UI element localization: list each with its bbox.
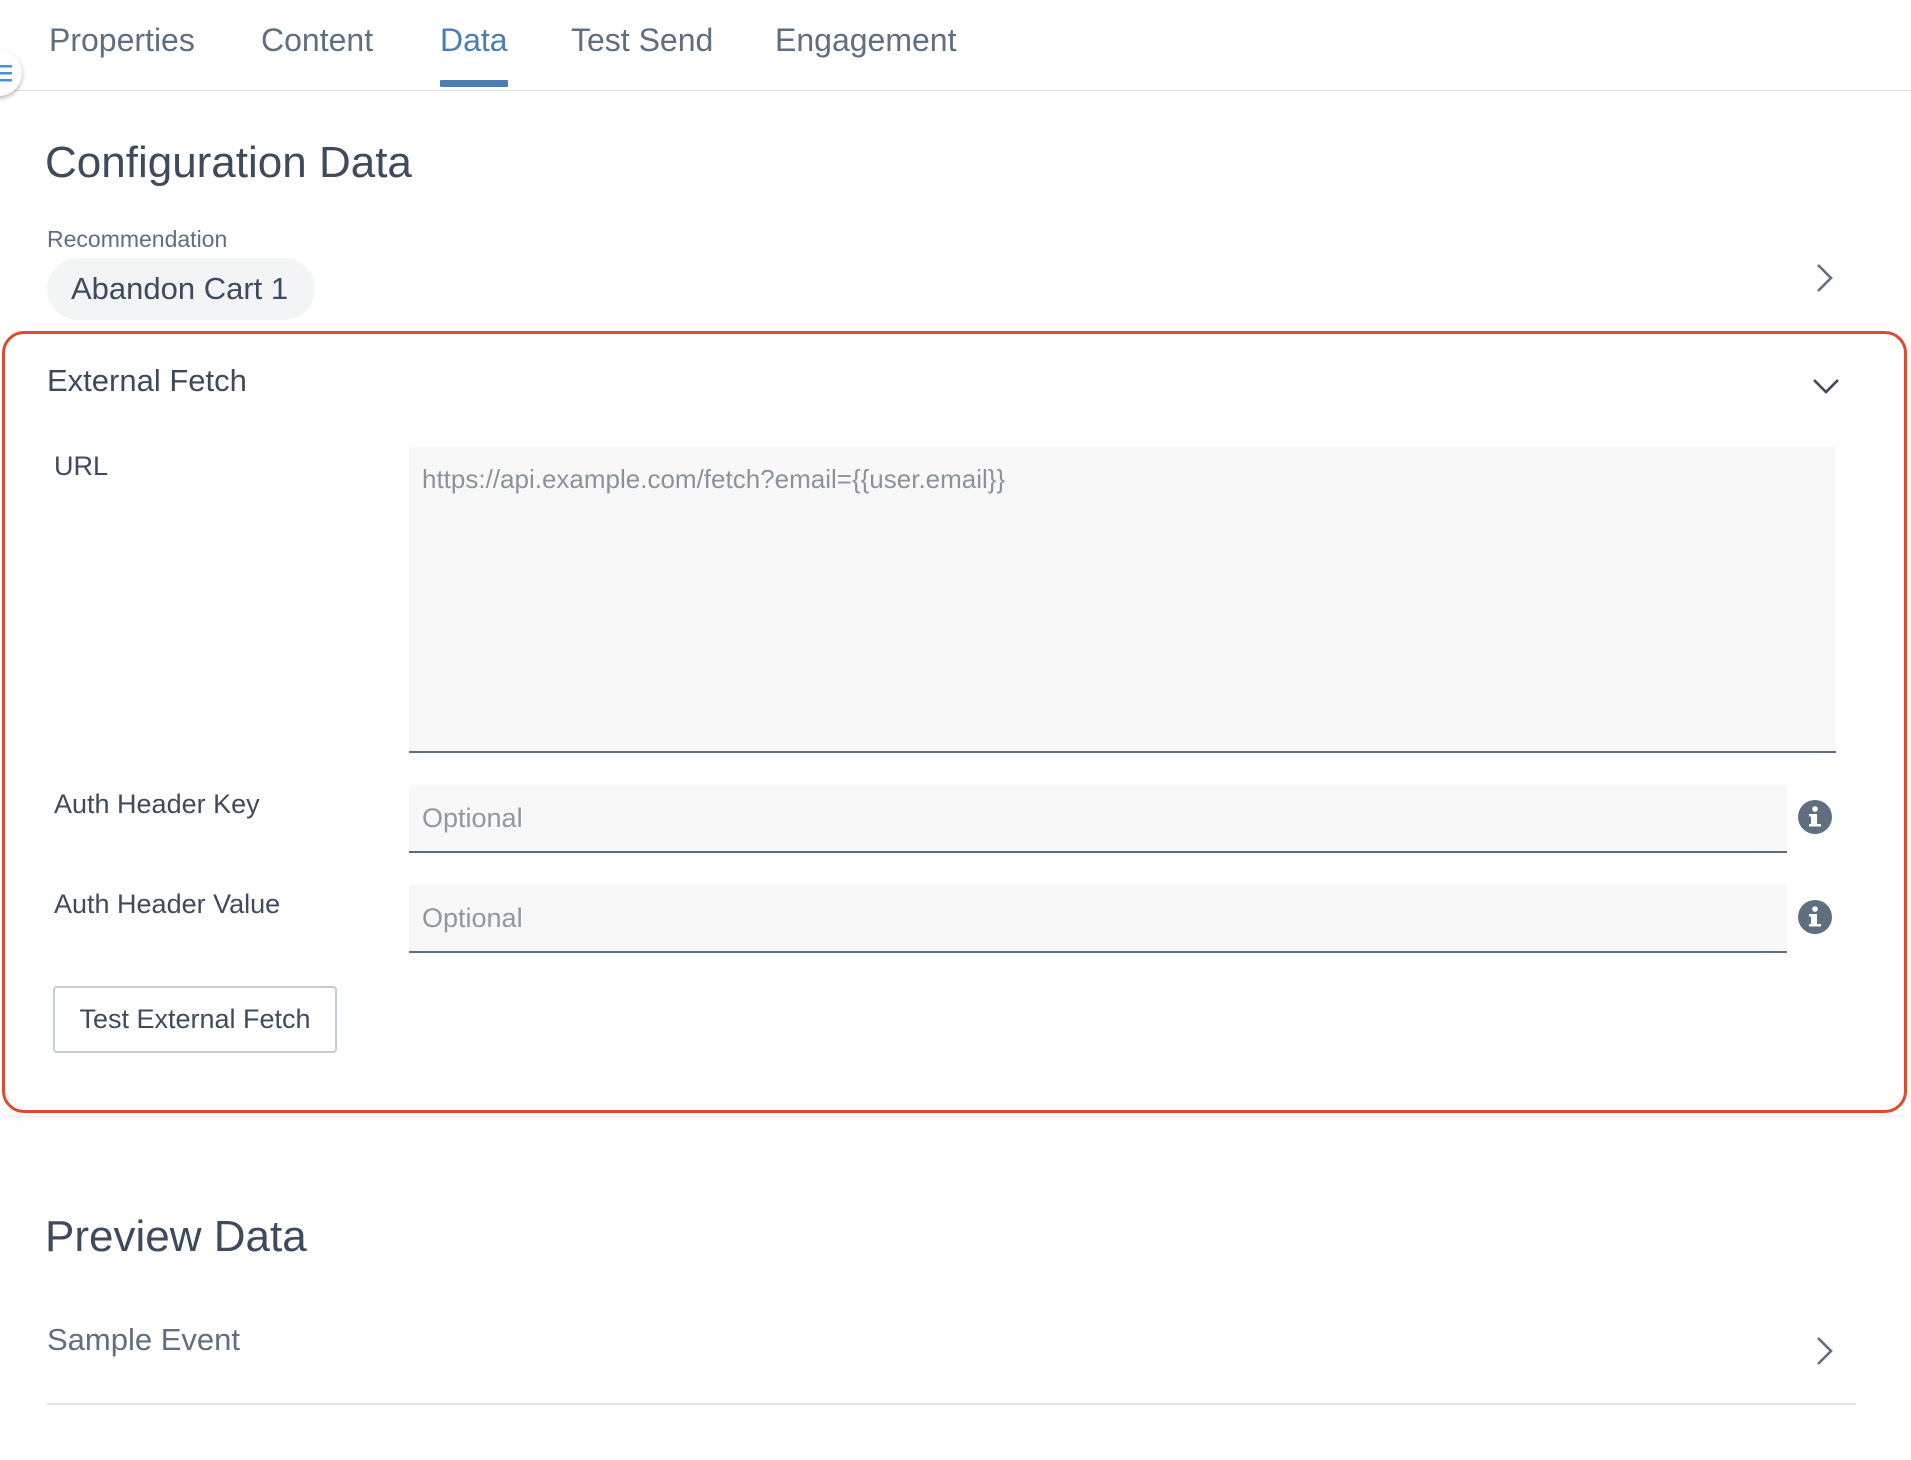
sample-event-row[interactable]: Sample Event xyxy=(47,1300,1856,1405)
url-label: URL xyxy=(54,451,109,481)
tab-properties[interactable]: Properties xyxy=(49,22,195,88)
tab-content[interactable]: Content xyxy=(261,22,373,88)
chevron-right-icon[interactable] xyxy=(1814,262,1836,294)
info-icon[interactable] xyxy=(1798,800,1832,834)
tab-data[interactable]: Data xyxy=(440,22,508,88)
url-input[interactable] xyxy=(409,447,1836,753)
recommendation-label: Recommendation xyxy=(47,226,228,252)
sample-event-label: Sample Event xyxy=(47,1322,240,1357)
auth-header-key-input[interactable] xyxy=(409,785,1787,853)
auth-header-value-label: Auth Header Value xyxy=(54,889,281,919)
recommendation-selector[interactable]: Abandon Cart 1 xyxy=(47,258,315,320)
info-icon[interactable] xyxy=(1798,900,1832,934)
configuration-data-heading: Configuration Data xyxy=(45,138,412,187)
tab-test-send[interactable]: Test Send xyxy=(571,22,713,88)
chevron-right-icon xyxy=(1817,1337,1833,1365)
chevron-down-icon[interactable] xyxy=(1811,376,1841,396)
auth-header-value-input[interactable] xyxy=(409,885,1787,953)
tab-engagement[interactable]: Engagement xyxy=(775,22,956,88)
preview-data-heading: Preview Data xyxy=(45,1212,307,1261)
test-external-fetch-button[interactable]: Test External Fetch xyxy=(53,986,337,1053)
auth-header-key-label: Auth Header Key xyxy=(54,789,260,819)
external-fetch-heading: External Fetch xyxy=(47,363,247,398)
tab-bar: Properties Content Data Test Send Engage… xyxy=(0,0,1911,91)
menu-icon xyxy=(0,65,12,82)
